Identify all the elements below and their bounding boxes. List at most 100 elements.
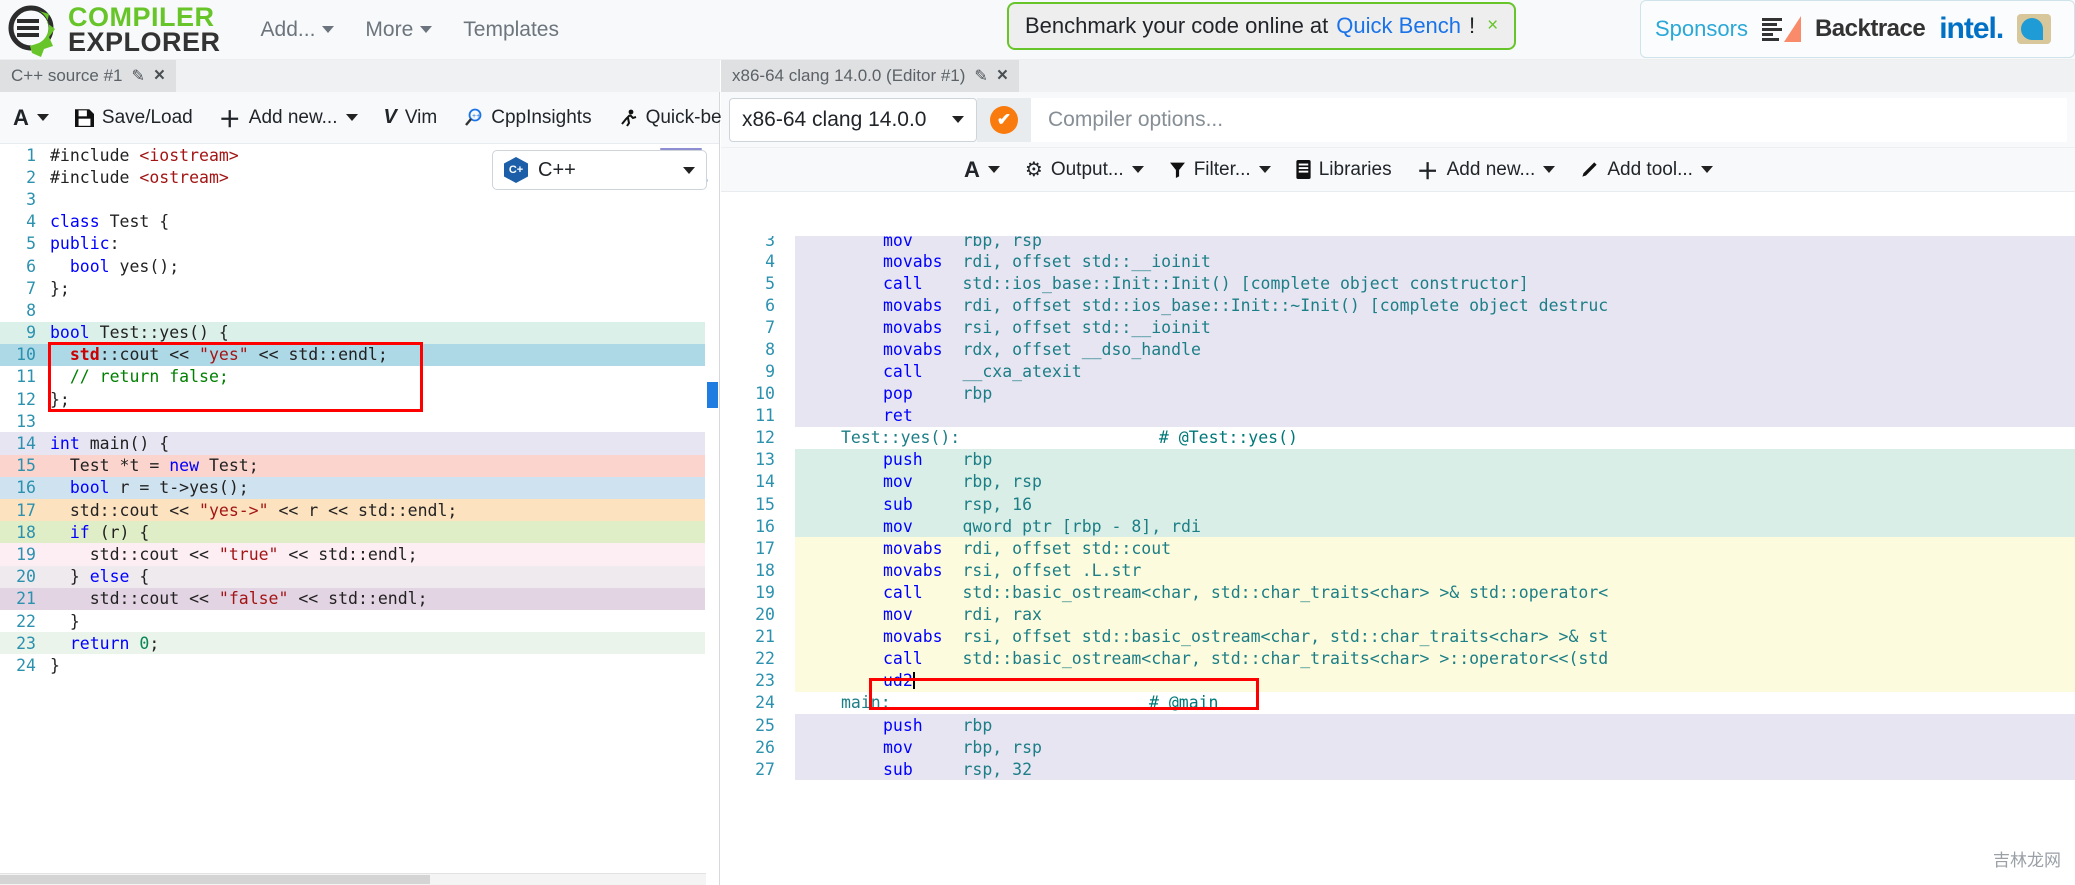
code-line[interactable]: 9 bool Test::yes() { <box>0 321 719 344</box>
code-line[interactable]: 19 std::cout << "true" << std::endl; <box>0 543 719 566</box>
code-line[interactable]: 20 } else { <box>0 565 719 588</box>
assembly-line[interactable]: 25 push rbp <box>721 713 2075 737</box>
assembly-text: call __cxa_atexit <box>883 362 1082 382</box>
code-line[interactable]: 11 // return false; <box>0 365 719 389</box>
save-icon <box>74 108 94 127</box>
assembly-line[interactable]: 5 call std::ios_base::Init::Init() [compl… <box>721 272 2075 295</box>
tab-cpp-source-1[interactable]: C++ source #1 ✎ × <box>0 60 177 92</box>
code-line[interactable]: 15 Test *t = new Test; <box>0 454 719 477</box>
save-load-button[interactable]: Save/Load <box>64 100 204 136</box>
source-code-editor[interactable]: 1 #include <iostream> 2 #include <ostream> 3… <box>0 144 719 885</box>
line-number: 9 <box>26 323 36 343</box>
code-line[interactable]: 5 public: <box>0 233 719 255</box>
save-load-label: Save/Load <box>101 106 193 128</box>
editor-horizontal-scrollbar[interactable] <box>0 873 706 885</box>
scrollbar-thumb[interactable] <box>707 382 718 408</box>
assembly-line[interactable]: 14 mov rbp, rsp <box>721 470 2075 494</box>
pencil-icon[interactable]: ✎ <box>974 66 987 86</box>
assembly-line[interactable]: 10 pop rbp <box>721 382 2075 405</box>
assembly-line[interactable]: 17 movabs rdi, offset std::cout <box>721 537 2075 560</box>
code-line[interactable]: 4 class Test { <box>0 211 719 233</box>
nav-more-menu[interactable]: More <box>351 8 446 52</box>
code-line[interactable]: 24} <box>0 654 719 676</box>
sponsors-label: Sponsors <box>1655 16 1748 41</box>
assembly-line[interactable]: 16 mov qword ptr [rbp - 8], rdi <box>721 515 2075 538</box>
code-line[interactable]: 18 if (r) { <box>0 521 719 544</box>
assembly-line[interactable]: 9 call __cxa_atexit <box>721 360 2075 383</box>
code-line[interactable]: 23 return 0; <box>0 632 719 655</box>
assembly-output[interactable]: 3 mov rbp, rsp 4 movabs rdi, offset std::__… <box>721 236 2075 885</box>
code-line[interactable]: 3 <box>0 188 719 210</box>
backtrace-logo-icon[interactable] <box>1761 16 1801 42</box>
scrollbar-thumb[interactable] <box>0 875 430 884</box>
language-select[interactable]: C+ C++ <box>492 150 707 190</box>
code-line[interactable]: 6 bool yes(); <box>0 255 719 277</box>
close-icon[interactable]: × <box>1487 15 1498 37</box>
assembly-line[interactable]: 8 movabs rdx, offset __dso_handle <box>721 338 2075 361</box>
assembly-text: call std::basic_ostream<char, std::char_… <box>883 649 1609 669</box>
assembly-line[interactable]: 13 push rbp <box>721 448 2075 471</box>
assembly-line[interactable]: 7 movabs rsi, offset std::__ioinit <box>721 316 2075 339</box>
code-line[interactable]: 13 <box>0 410 719 432</box>
code-line[interactable]: 22 } <box>0 609 719 633</box>
code-line[interactable]: 7}; <box>0 277 719 299</box>
add-tool-button[interactable]: Add tool... <box>1569 152 1724 188</box>
assembly-line[interactable]: 22 call std::basic_ostream<char, std::cha… <box>721 647 2075 670</box>
code-text: public: <box>50 234 120 254</box>
tab-compiler-output[interactable]: x86-64 clang 14.0.0 (Editor #1) ✎ × <box>721 60 1019 92</box>
code-line[interactable]: 12}; <box>0 388 719 411</box>
compiler-select[interactable]: x86-64 clang 14.0.0 <box>729 97 977 142</box>
assembly-line[interactable]: 15 sub rsp, 16 <box>721 493 2075 516</box>
asm-font-size-button[interactable]: A <box>953 150 1011 190</box>
filter-button[interactable]: Filter... <box>1158 152 1282 188</box>
compile-status-badge[interactable]: ✔ <box>977 97 1031 142</box>
libraries-label: Libraries <box>1318 158 1392 180</box>
assembly-line[interactable]: 26 mov rbp, rsp <box>721 736 2075 759</box>
vim-button[interactable]: V Vim <box>373 99 449 136</box>
assembly-line[interactable]: 3 mov rbp, rsp <box>721 236 2075 250</box>
assembly-line[interactable]: 12 Test::yes(): # @Test::yes() <box>721 427 2075 449</box>
assembly-line[interactable]: 20 mov rdi, rax <box>721 603 2075 626</box>
line-number: 20 <box>16 567 36 587</box>
assembly-line[interactable]: 21 movabs rsi, offset std::basic_ostream<… <box>721 625 2075 648</box>
code-line[interactable]: 21 std::cout << "false" << std::endl; <box>0 587 719 610</box>
code-line[interactable]: 14 int main() { <box>0 432 719 455</box>
assembly-text: mov rbp, rsp <box>883 472 1042 492</box>
assembly-line[interactable]: 6 movabs rdi, offset std::ios_base::Init:… <box>721 294 2075 317</box>
assembly-text: mov rbp, rsp <box>883 737 1042 757</box>
add-tool-label: Add tool... <box>1607 158 1693 180</box>
pencil-icon[interactable]: ✎ <box>132 66 145 86</box>
nav-add-menu[interactable]: Add... <box>247 8 349 52</box>
quick-bench-link[interactable]: Quick Bench <box>1336 13 1461 39</box>
editor-vertical-scrollbar[interactable] <box>705 144 719 885</box>
assembly-line[interactable]: 11 ret <box>721 404 2075 427</box>
cppinsights-button[interactable]: ++ CppInsights <box>452 100 602 136</box>
code-line[interactable]: 8 <box>0 299 719 321</box>
assembly-line[interactable]: 27 sub rsp, 32 <box>721 758 2075 781</box>
close-icon[interactable]: × <box>154 65 165 87</box>
asm-add-new-button[interactable]: ＋ Add new... <box>1406 147 1567 193</box>
compiler-options-input[interactable]: Compiler options... <box>1031 97 2067 142</box>
line-number: 6 <box>765 295 775 315</box>
sponsor-extra-logo-icon[interactable] <box>2017 14 2052 44</box>
font-size-button[interactable]: A <box>2 98 60 138</box>
code-line[interactable]: 16 bool r = t->yes(); <box>0 476 719 499</box>
code-line[interactable]: 17 std::cout << "yes->" << r << std::end… <box>0 499 719 522</box>
assembly-line[interactable]: 19 call std::basic_ostream<char, std::cha… <box>721 581 2075 604</box>
output-button[interactable]: ⚙ Output... <box>1014 150 1155 189</box>
assembly-line[interactable]: 23 ud2 <box>721 669 2075 692</box>
backtrace-name[interactable]: Backtrace <box>1815 15 1926 43</box>
assembly-text: call std::ios_base::Init::Init() [comple… <box>883 273 1529 293</box>
assembly-line[interactable]: 18 movabs rsi, offset .L.str <box>721 559 2075 582</box>
assembly-line[interactable]: 24 main: # @main <box>721 692 2075 714</box>
close-icon[interactable]: × <box>997 65 1008 87</box>
code-line[interactable]: 10 std::cout << "yes" << std::endl; <box>0 343 719 366</box>
add-new-button[interactable]: ＋ Add new... <box>208 95 369 141</box>
vim-icon: V <box>383 106 397 128</box>
brand-logo-area[interactable]: COMPILER EXPLORER <box>0 3 221 57</box>
libraries-button[interactable]: Libraries <box>1285 152 1403 188</box>
nav-templates[interactable]: Templates <box>449 8 573 52</box>
cppinsights-icon: ++ <box>463 108 483 128</box>
intel-logo[interactable]: intel. <box>1939 12 2004 46</box>
assembly-line[interactable]: 4 movabs rdi, offset std::__ioinit <box>721 250 2075 273</box>
